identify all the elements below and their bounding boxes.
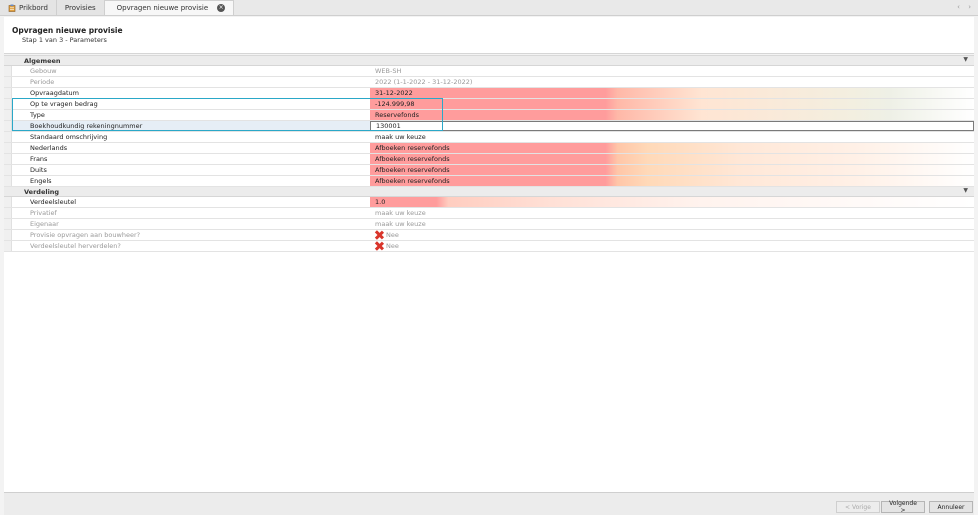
- property-grid: Algemeen ▼ Gebouw WEB-SH Periode 2022 (1…: [4, 55, 974, 492]
- row-type[interactable]: Type Reservefonds: [4, 110, 974, 121]
- tab-scroll-arrows-icon[interactable]: ‹ ›: [957, 3, 974, 11]
- row-op-te-vragen-bedrag[interactable]: Op te vragen bedrag -124.999,98: [4, 99, 974, 110]
- row-privatief: Privatief maak uw keuze: [4, 208, 974, 219]
- bouwheer-value: Nee: [386, 231, 399, 239]
- previous-button[interactable]: < Vorige: [836, 501, 880, 513]
- duits-field[interactable]: Afboeken reservefonds: [370, 165, 974, 175]
- collapse-arrow-icon[interactable]: ▼: [963, 187, 968, 194]
- close-icon[interactable]: ×: [217, 4, 226, 12]
- row-eigenaar: Eigenaar maak uw keuze: [4, 219, 974, 230]
- row-label: Engels: [30, 177, 52, 185]
- engels-field[interactable]: Afboeken reservefonds: [370, 176, 974, 186]
- periode-value: 2022 (1-1-2022 - 31-12-2022): [375, 78, 473, 86]
- row-label: Eigenaar: [30, 220, 59, 228]
- row-label: Standaard omschrijving: [30, 133, 108, 141]
- row-provisie-bouwheer: Provisie opvragen aan bouwheer? Nee: [4, 230, 974, 241]
- tab-opvragen-nieuwe-provisie[interactable]: Opvragen nieuwe provisie ×: [104, 0, 235, 15]
- cancel-button[interactable]: Annuleer: [929, 501, 973, 513]
- row-label: Opvraagdatum: [30, 89, 79, 97]
- verdeelsleutel-field[interactable]: 1.0: [370, 197, 974, 207]
- privatief-select: maak uw keuze: [375, 209, 426, 217]
- bedrag-field[interactable]: -124.999,98: [370, 99, 974, 109]
- row-nederlands[interactable]: Nederlands Afboeken reservefonds: [4, 143, 974, 154]
- opvraagdatum-field[interactable]: 31-12-2022: [370, 88, 974, 98]
- section-title: Verdeling: [24, 187, 60, 196]
- row-label: Boekhoudkundig rekeningnummer: [30, 122, 143, 130]
- row-boekhoudkundig-rekeningnummer[interactable]: Boekhoudkundig rekeningnummer 130001: [4, 121, 974, 132]
- tab-label: Prikbord: [19, 3, 48, 12]
- clipboard-icon: [8, 4, 16, 12]
- herverdelen-value: Nee: [386, 242, 399, 250]
- section-title: Algemeen: [24, 56, 61, 65]
- row-label: Privatief: [30, 209, 57, 217]
- row-frans[interactable]: Frans Afboeken reservefonds: [4, 154, 974, 165]
- type-field[interactable]: Reservefonds: [370, 110, 974, 120]
- tab-label: Provisies: [64, 3, 96, 12]
- bouwheer-toggle: Nee: [370, 230, 974, 240]
- row-label: Duits: [30, 166, 47, 174]
- tab-label: Opvragen nieuwe provisie: [116, 4, 209, 12]
- row-duits[interactable]: Duits Afboeken reservefonds: [4, 165, 974, 176]
- omschrijving-select[interactable]: maak uw keuze: [370, 132, 974, 142]
- row-engels[interactable]: Engels Afboeken reservefonds: [4, 176, 974, 187]
- row-verdeelsleutel-herverdelen: Verdeelsleutel herverdelen? Nee: [4, 241, 974, 252]
- row-label: Provisie opvragen aan bouwheer?: [30, 231, 141, 239]
- row-label: Op te vragen bedrag: [30, 100, 98, 108]
- step-indicator: Stap 1 van 3 - Parameters: [22, 36, 107, 44]
- row-label: Verdeelsleutel: [30, 198, 77, 206]
- row-label: Gebouw: [30, 67, 57, 75]
- gebouw-value: WEB-SH: [375, 67, 402, 75]
- page-title: Opvragen nieuwe provisie: [12, 26, 123, 35]
- collapse-arrow-icon[interactable]: ▼: [963, 56, 968, 63]
- rekeningnummer-input[interactable]: 130001: [370, 121, 974, 131]
- row-verdeelsleutel[interactable]: Verdeelsleutel 1.0: [4, 197, 974, 208]
- row-label: Type: [30, 111, 45, 119]
- tab-provisies[interactable]: Provisies: [56, 0, 105, 15]
- herverdelen-toggle: Nee: [370, 241, 974, 251]
- row-gebouw: Gebouw WEB-SH: [4, 66, 974, 77]
- tab-bar: Prikbord Provisies Opvragen nieuwe provi…: [0, 0, 978, 16]
- cross-icon: [375, 231, 383, 239]
- eigenaar-select: maak uw keuze: [375, 220, 426, 228]
- section-verdeling[interactable]: Verdeling ▼: [4, 187, 974, 197]
- row-standaard-omschrijving[interactable]: Standaard omschrijving maak uw keuze: [4, 132, 974, 143]
- row-periode: Periode 2022 (1-1-2022 - 31-12-2022): [4, 77, 974, 88]
- nederlands-field[interactable]: Afboeken reservefonds: [370, 143, 974, 153]
- row-label: Nederlands: [30, 144, 68, 152]
- row-label: Verdeelsleutel herverdelen?: [30, 242, 121, 250]
- next-button[interactable]: Volgende >: [881, 500, 925, 514]
- wizard-footer: < Vorige Volgende > Annuleer: [4, 492, 974, 515]
- row-label: Frans: [30, 155, 48, 163]
- cross-icon: [375, 242, 383, 250]
- frans-field[interactable]: Afboeken reservefonds: [370, 154, 974, 164]
- row-opvraagdatum[interactable]: Opvraagdatum 31-12-2022: [4, 88, 974, 99]
- section-algemeen[interactable]: Algemeen ▼: [4, 56, 974, 66]
- tab-prikbord[interactable]: Prikbord: [0, 0, 57, 15]
- page-header: Opvragen nieuwe provisie Stap 1 van 3 - …: [4, 17, 974, 54]
- row-label: Periode: [30, 78, 55, 86]
